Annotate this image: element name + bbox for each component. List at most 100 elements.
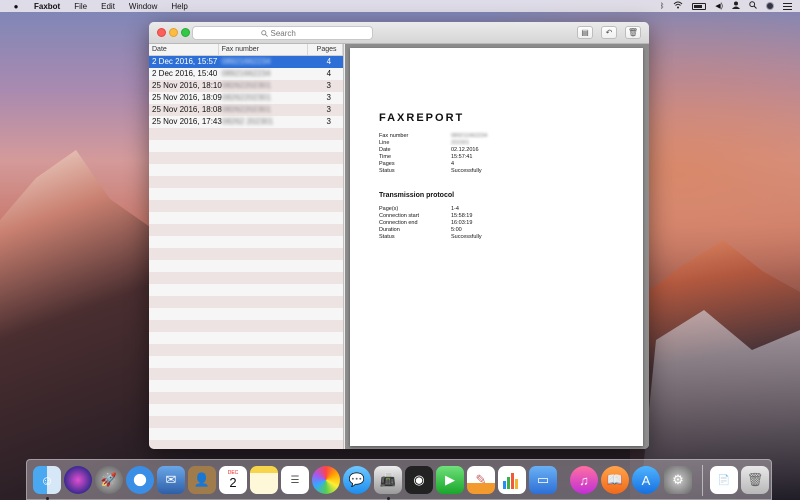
- transmission-protocol-heading: Transmission protocol: [379, 192, 455, 199]
- cell-fax-number: 08262202301: [222, 81, 271, 90]
- table-row[interactable]: 2 Dec 2016, 15:57 08921662234 4: [149, 56, 343, 68]
- field-value: 1-4: [451, 206, 459, 212]
- table-row[interactable]: 2 Dec 2016, 15:40 08921662234 4: [149, 68, 343, 80]
- zoom-button[interactable]: [181, 28, 190, 37]
- app-store-icon[interactable]: A: [632, 466, 660, 494]
- field-label: Connection end: [379, 220, 418, 226]
- numbers-icon[interactable]: [498, 466, 526, 494]
- search-field[interactable]: [192, 26, 373, 40]
- cell-pages: 3: [326, 105, 331, 114]
- column-header-pages[interactable]: Pages: [308, 44, 343, 55]
- cell-fax-number: 08921662234: [221, 69, 271, 78]
- trash-icon[interactable]: 🗑: [741, 466, 769, 494]
- table-row[interactable]: 25 Nov 2016, 17:43 08262 202301 3: [149, 116, 343, 128]
- reminders-icon[interactable]: ☰: [281, 466, 309, 494]
- protocol-field: Connection start 15:58:19: [379, 213, 472, 219]
- mail-photo-icon[interactable]: ✉: [157, 466, 185, 494]
- volume-icon[interactable]: ◀): [715, 2, 723, 10]
- cell-fax-number: 08262202301: [222, 93, 271, 102]
- status-area: ᛒ ◀): [660, 1, 792, 11]
- spotlight-icon[interactable]: [749, 1, 757, 11]
- dvd-player-icon[interactable]: ◉: [405, 466, 433, 494]
- ibooks-icon[interactable]: 📖: [601, 466, 629, 494]
- field-value: Successfully: [451, 168, 482, 174]
- menu-window[interactable]: Window: [129, 2, 157, 11]
- apple-menu-icon[interactable]: ●: [12, 2, 20, 11]
- report-field: Status Successfully: [379, 168, 482, 174]
- cell-date: 25 Nov 2016, 18:09: [152, 93, 222, 102]
- table-row[interactable]: 25 Nov 2016, 18:10 08262202301 3: [149, 80, 343, 92]
- notes-icon[interactable]: [250, 466, 278, 494]
- cell-date: 25 Nov 2016, 18:08: [152, 105, 222, 114]
- field-value: 15:57:41: [451, 154, 473, 160]
- finder-icon[interactable]: ☺: [33, 466, 61, 494]
- field-value: 5:00: [451, 227, 462, 233]
- fax-report-page: FAXREPORT Fax number 089211662234 Line 202…: [350, 48, 643, 446]
- field-label: Status: [379, 168, 395, 174]
- report-field: Date 02.12.2016: [379, 147, 479, 153]
- wifi-icon[interactable]: [673, 1, 683, 11]
- field-label: Pages: [379, 161, 395, 167]
- table-row[interactable]: 25 Nov 2016, 18:09 08262202301 3: [149, 92, 343, 104]
- cell-fax-number: 08262 202301: [222, 117, 274, 126]
- field-label: Date: [379, 147, 391, 153]
- system-preferences-icon[interactable]: ⚙: [664, 466, 692, 494]
- title-bar: ▤ ↶ 🗑: [149, 22, 649, 44]
- faxbot-icon[interactable]: 📠: [374, 466, 402, 494]
- cell-pages: 3: [326, 93, 331, 102]
- report-field: Time 15:57:41: [379, 154, 472, 160]
- search-input[interactable]: [270, 28, 305, 38]
- field-label: Page(s): [379, 206, 399, 212]
- minimize-button[interactable]: [169, 28, 178, 37]
- messages-icon[interactable]: 💬: [343, 466, 371, 494]
- pages-icon[interactable]: ✎: [467, 466, 495, 494]
- keynote-icon[interactable]: ▭: [529, 466, 557, 494]
- column-header-fax-number[interactable]: Fax number: [219, 44, 309, 55]
- battery-icon[interactable]: [692, 2, 707, 10]
- field-value: 02.12.2016: [451, 147, 479, 153]
- view-document-button[interactable]: ▤: [577, 26, 593, 39]
- siri-icon[interactable]: [64, 466, 92, 494]
- cell-date: 2 Dec 2016, 15:40: [152, 69, 218, 78]
- column-header-date[interactable]: Date: [149, 44, 219, 55]
- calendar-day: 2: [229, 475, 237, 490]
- facetime-icon[interactable]: ▶: [436, 466, 464, 494]
- trash-icon: 🗑: [627, 28, 639, 37]
- table-header: Date Fax number Pages: [149, 44, 343, 56]
- siri-menu-icon[interactable]: [766, 2, 774, 10]
- photos-icon[interactable]: [312, 466, 340, 494]
- field-value: 089211662234: [451, 133, 488, 139]
- bluetooth-icon[interactable]: ᛒ: [660, 3, 664, 10]
- faxbot-window: ▤ ↶ 🗑 Date Fax number Pages 2 Dec 2016, …: [149, 22, 649, 449]
- menu-edit[interactable]: Edit: [101, 2, 115, 11]
- field-label: Status: [379, 234, 395, 240]
- delete-button[interactable]: 🗑: [625, 26, 641, 39]
- close-button[interactable]: [157, 28, 166, 37]
- fax-preview-pane: FAXREPORT Fax number 089211662234 Line 202…: [345, 44, 649, 449]
- safari-icon[interactable]: ➤: [126, 466, 154, 494]
- protocol-field: Duration 5:00: [379, 227, 462, 233]
- document-icon[interactable]: 📄: [710, 466, 738, 494]
- cell-pages: 4: [326, 57, 332, 66]
- menu-help[interactable]: Help: [171, 2, 187, 11]
- dock: ☺ 🚀 ➤ ✉ 👤 DEC 2 ☰ 💬 📠 ◉ ▶ ✎ ▭ ♫ 📖 A ⚙ 📄 …: [26, 459, 772, 500]
- report-title: FAXREPORT: [379, 112, 465, 124]
- contacts-icon[interactable]: 👤: [188, 466, 216, 494]
- user-icon[interactable]: [732, 1, 740, 11]
- cell-pages: 3: [326, 117, 331, 126]
- resend-button[interactable]: ↶: [601, 26, 617, 39]
- field-label: Line: [379, 140, 390, 146]
- menu-file[interactable]: File: [74, 2, 87, 11]
- menu-app-name[interactable]: Faxbot: [34, 2, 60, 11]
- menu-bar: ● Faxbot File Edit Window Help ᛒ ◀): [0, 0, 800, 12]
- report-field: Line 202301: [379, 140, 469, 146]
- protocol-field: Connection end 16:03:19: [379, 220, 472, 226]
- cell-date: 2 Dec 2016, 15:57: [152, 57, 218, 66]
- table-row[interactable]: 25 Nov 2016, 18:08 08262202301 3: [149, 104, 343, 116]
- calendar-icon[interactable]: DEC 2: [219, 466, 247, 494]
- field-value: 15:58:19: [451, 213, 473, 219]
- notification-center-icon[interactable]: [783, 2, 792, 10]
- cell-date: 25 Nov 2016, 17:43: [152, 117, 222, 126]
- launchpad-icon[interactable]: 🚀: [95, 466, 123, 494]
- itunes-icon[interactable]: ♫: [570, 466, 598, 494]
